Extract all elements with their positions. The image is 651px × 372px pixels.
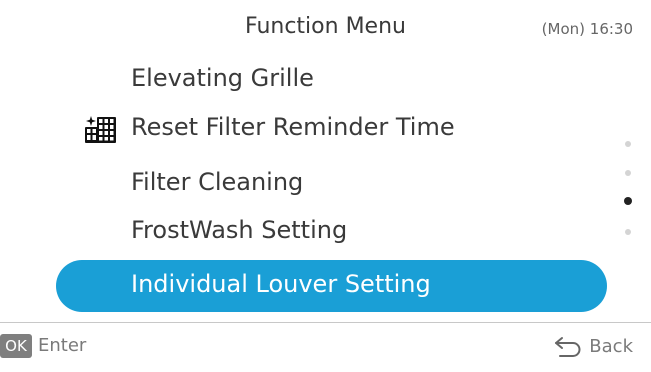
footer-divider [0, 322, 651, 323]
menu-item-filter-cleaning[interactable]: Filter Cleaning [131, 168, 303, 196]
page-indicator-dot [625, 170, 631, 176]
enter-label: Enter [38, 335, 87, 356]
menu-item-reset-filter-reminder[interactable]: Reset Filter Reminder Time [131, 113, 455, 141]
filter-sparkle-icon [85, 116, 116, 143]
page-indicator-dot [625, 141, 631, 147]
page-indicator-dot [625, 229, 631, 235]
page-indicator-dot-active [624, 197, 632, 205]
menu-item-individual-louver-setting[interactable]: Individual Louver Setting [56, 260, 607, 312]
menu-item-frostwash-setting[interactable]: FrostWash Setting [131, 216, 347, 244]
ok-button-badge[interactable]: OK [0, 334, 32, 358]
clock-display: (Mon) 16:30 [541, 20, 633, 38]
menu-item-elevating-grille[interactable]: Elevating Grille [131, 64, 314, 92]
header-bar: Function Menu (Mon) 16:30 [0, 0, 651, 62]
return-arrow-icon [555, 337, 581, 357]
back-label: Back [589, 335, 633, 357]
selected-item-label: Individual Louver Setting [131, 270, 431, 298]
back-button[interactable]: Back [553, 333, 633, 359]
